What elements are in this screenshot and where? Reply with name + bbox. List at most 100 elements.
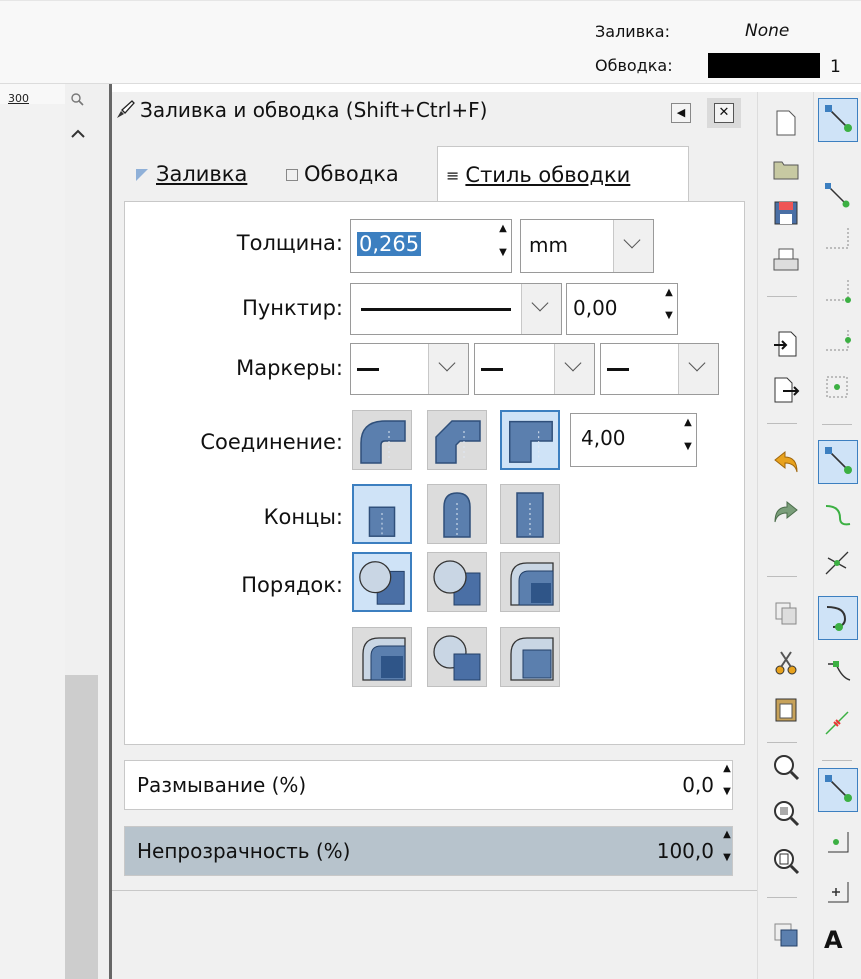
order-markers-first-button[interactable] [500,552,560,612]
open-folder-icon[interactable] [771,154,801,184]
dialog-close-button[interactable]: ✕ [707,98,741,128]
zoom-icon[interactable] [70,92,84,106]
cut-icon[interactable] [771,648,801,678]
brush-icon [117,100,135,118]
dash-offset-input[interactable]: 0,00 ▲ ▼ [566,283,678,335]
join-miter-button[interactable] [500,410,560,470]
spin-up-icon[interactable]: ▲ [719,828,735,851]
snap-rotation-center-icon[interactable] [822,876,852,906]
order-fill-stroke-markers-button[interactable] [352,552,412,612]
marker-mid-select[interactable] [474,343,595,395]
zoom-selection-icon[interactable] [771,752,801,782]
snap-text-baseline-icon[interactable]: A [820,924,850,954]
paste-icon[interactable] [771,694,801,724]
snap-object-center-icon[interactable] [822,826,852,856]
snap-toggle-button[interactable] [818,98,858,142]
unit-dropdown[interactable] [613,220,653,272]
join-bevel-button[interactable] [427,410,487,470]
cap-round-button[interactable] [427,484,487,544]
undo-icon[interactable] [771,446,801,476]
tab-stroke-style-icon: ≡ [446,166,460,185]
marker-line-preview [357,368,379,371]
miter-limit-spinner[interactable]: ▲ ▼ [680,416,696,464]
snap-intersection-icon[interactable] [822,548,852,578]
marker-end-select[interactable] [600,343,719,395]
dash-dropdown[interactable] [521,284,561,334]
scroll-up-icon[interactable] [66,122,90,144]
tab-fill[interactable]: Заливка [128,146,278,202]
snap-bbox-center-icon[interactable] [822,372,852,402]
opacity-slider[interactable]: Непрозрачность (%) 100,0 [124,826,733,876]
fill-status-label: Заливка: [595,22,670,41]
snap-nodes-icon [825,447,852,474]
miter-limit-input[interactable]: 4,00 ▲ ▼ [570,413,697,467]
blur-spinner[interactable]: ▲ ▼ [719,762,735,808]
paint-order-icon [433,560,481,606]
marker-end-dropdown[interactable] [678,344,718,394]
tab-stroke-style-label: Стиль обводки [465,163,631,187]
duplicate-icon[interactable] [771,598,801,628]
spin-down-icon[interactable]: ▼ [719,851,735,874]
snap-bbox-edge-icon[interactable] [822,224,852,254]
spin-down-icon[interactable]: ▼ [495,246,511,270]
snap-others-toggle-button[interactable] [818,768,858,812]
close-icon: ✕ [714,103,734,123]
spin-up-icon[interactable]: ▲ [680,416,696,440]
fill-status-value[interactable]: None [745,21,789,41]
spin-down-icon[interactable]: ▼ [719,785,735,808]
cap-butt-button[interactable] [352,484,412,544]
snap-others-icon [825,775,852,802]
stroke-color-swatch[interactable] [708,53,820,78]
cap-square-button[interactable] [500,484,560,544]
spin-down-icon[interactable]: ▼ [680,440,696,464]
unit-select[interactable]: mm [520,219,654,273]
blur-slider[interactable]: Размывание (%) 0,0 [124,760,733,810]
order-fill-markers-stroke-button[interactable] [427,627,487,687]
marker-start-select[interactable] [350,343,469,395]
spin-down-icon[interactable]: ▼ [661,309,677,332]
marker-start-dropdown[interactable] [428,344,468,394]
snap-bbox-icon[interactable] [822,180,852,210]
snap-midpoint-icon[interactable] [822,708,852,738]
dash-offset-spinner[interactable]: ▲ ▼ [661,286,677,332]
order-stroke-markers-fill-button[interactable] [352,627,412,687]
tab-stroke[interactable]: Обводка [280,146,437,202]
snap-bbox-midpoint-icon[interactable] [822,326,852,356]
zoom-drawing-icon[interactable] [771,798,801,828]
spin-up-icon[interactable]: ▲ [495,222,511,246]
tab-stroke-style[interactable]: ≡ Стиль обводки [437,146,689,203]
snap-bbox-corner-icon[interactable] [822,276,852,306]
opacity-spinner[interactable]: ▲ ▼ [719,828,735,874]
new-document-icon[interactable] [771,108,801,138]
order-stroke-fill-button[interactable] [427,552,487,612]
order-label: Порядок: [241,573,343,597]
raise-object-icon[interactable] [771,920,801,950]
width-input[interactable]: 0,265 ▲ ▼ [350,219,512,273]
cap-square-icon [516,492,544,538]
stroke-width-value[interactable]: 1 [830,57,841,77]
zoom-page-icon[interactable] [771,846,801,876]
snap-cusp-icon [826,606,847,631]
width-spinner[interactable]: ▲ ▼ [495,222,511,270]
snap-smooth-icon[interactable] [822,658,852,688]
spin-up-icon[interactable]: ▲ [719,762,735,785]
paint-order-icon [510,562,554,606]
join-round-button[interactable] [352,410,412,470]
snap-path-icon[interactable] [822,500,852,530]
export-icon[interactable] [771,375,801,405]
save-icon[interactable] [771,198,801,228]
join-bevel-icon [435,420,481,464]
marker-mid-dropdown[interactable] [554,344,594,394]
spin-up-icon[interactable]: ▲ [661,286,677,309]
print-icon[interactable] [771,246,801,276]
import-icon[interactable] [771,329,801,359]
width-value: 0,265 [357,232,422,256]
snap-cusp-toggle-button[interactable] [818,596,858,640]
order-markers-fill-stroke-button[interactable] [500,627,560,687]
snap-nodes-toggle-button[interactable] [818,440,858,484]
dash-select[interactable] [350,283,562,335]
redo-icon[interactable] [771,496,801,526]
dialog-collapse-button[interactable]: ◀ [671,103,691,123]
scroll-thumb[interactable] [65,675,98,979]
toolbar-separator [822,424,852,425]
